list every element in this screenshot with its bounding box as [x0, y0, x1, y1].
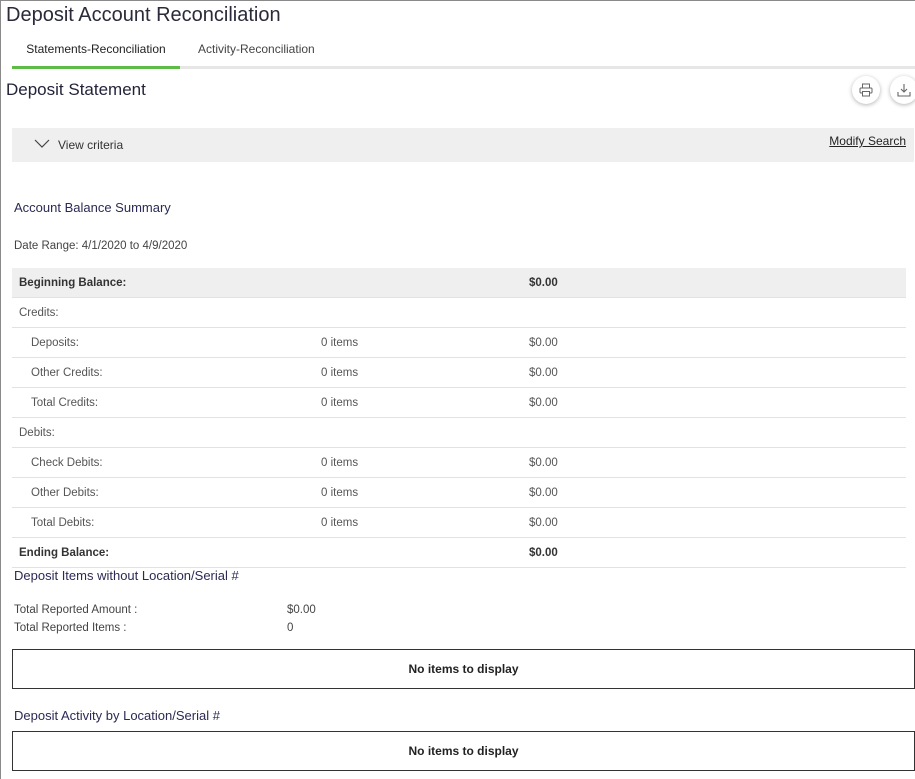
row-amount: $0.00 — [521, 507, 906, 538]
row-item-count — [311, 537, 521, 568]
row-label: Total Debits: — [12, 507, 311, 538]
row-amount: $0.00 — [521, 537, 906, 568]
page-title: Deposit Account Reconciliation — [6, 4, 281, 26]
table-row: Debits: — [12, 417, 906, 448]
date-range: Date Range: 4/1/2020 to 4/9/2020 — [14, 240, 188, 252]
row-label: Other Credits: — [12, 357, 311, 388]
account-balance-summary-title: Account Balance Summary — [14, 200, 171, 215]
table-row: Total Credits: 0 items $0.00 — [12, 387, 906, 418]
row-amount: $0.00 — [521, 477, 906, 508]
total-reported-amount-label: Total Reported Amount : — [14, 604, 138, 616]
deposit-items-empty-message: No items to display — [12, 649, 915, 689]
row-item-count: 0 items — [311, 387, 521, 418]
row-item-count: 0 items — [311, 357, 521, 388]
tab-bar: Statements-Reconciliation Activity-Recon… — [12, 36, 915, 69]
print-icon — [859, 83, 873, 97]
row-label: Deposits: — [12, 327, 311, 358]
chevron-down-icon[interactable] — [34, 139, 50, 149]
balance-summary-table: Beginning Balance: $0.00 Credits: Deposits:… — [12, 268, 906, 568]
print-button[interactable] — [852, 76, 880, 104]
row-label: Check Debits: — [12, 447, 311, 478]
row-item-count: 0 items — [311, 507, 521, 538]
row-amount: $0.00 — [521, 447, 906, 478]
view-criteria-bar: View criteria Modify Search — [12, 128, 914, 162]
row-label: Total Credits: — [12, 387, 311, 418]
view-criteria-toggle[interactable]: View criteria — [58, 138, 123, 152]
table-row: Credits: — [12, 297, 906, 328]
table-row: Beginning Balance: $0.00 — [12, 268, 906, 298]
section-title: Deposit Statement — [6, 80, 146, 99]
row-item-count — [311, 417, 521, 448]
table-row: Check Debits: 0 items $0.00 — [12, 447, 906, 478]
row-item-count: 0 items — [311, 327, 521, 358]
row-amount: $0.00 — [521, 387, 906, 418]
row-label: Ending Balance: — [12, 537, 311, 568]
deposit-activity-title: Deposit Activity by Location/Serial # — [14, 708, 220, 723]
tab-activity-reconciliation[interactable]: Activity-Reconciliation — [198, 42, 315, 66]
row-item-count: 0 items — [311, 447, 521, 478]
row-amount: $0.00 — [521, 268, 906, 298]
table-row: Other Credits: 0 items $0.00 — [12, 357, 906, 388]
modify-search-link[interactable]: Modify Search — [829, 134, 906, 148]
total-reported-items-value: 0 — [287, 622, 294, 634]
download-icon — [897, 84, 911, 97]
deposit-activity-empty-message: No items to display — [12, 731, 915, 771]
table-row: Ending Balance: $0.00 — [12, 537, 906, 568]
row-amount: $0.00 — [521, 357, 906, 388]
row-item-count — [311, 297, 521, 328]
total-reported-items-label: Total Reported Items : — [14, 622, 127, 634]
row-amount — [521, 417, 906, 448]
row-label: Debits: — [12, 417, 311, 448]
row-label: Beginning Balance: — [12, 268, 311, 298]
row-label: Other Debits: — [12, 477, 311, 508]
table-row: Other Debits: 0 items $0.00 — [12, 477, 906, 508]
row-amount: $0.00 — [521, 327, 906, 358]
table-row: Deposits: 0 items $0.00 — [12, 327, 906, 358]
download-button[interactable] — [890, 76, 915, 104]
row-item-count — [311, 268, 521, 298]
tab-statements-reconciliation[interactable]: Statements-Reconciliation — [12, 42, 180, 69]
row-amount — [521, 297, 906, 328]
row-label: Credits: — [12, 297, 311, 328]
row-item-count: 0 items — [311, 477, 521, 508]
deposit-items-title: Deposit Items without Location/Serial # — [14, 568, 239, 583]
table-row: Total Debits: 0 items $0.00 — [12, 507, 906, 538]
total-reported-amount-value: $0.00 — [287, 604, 316, 616]
